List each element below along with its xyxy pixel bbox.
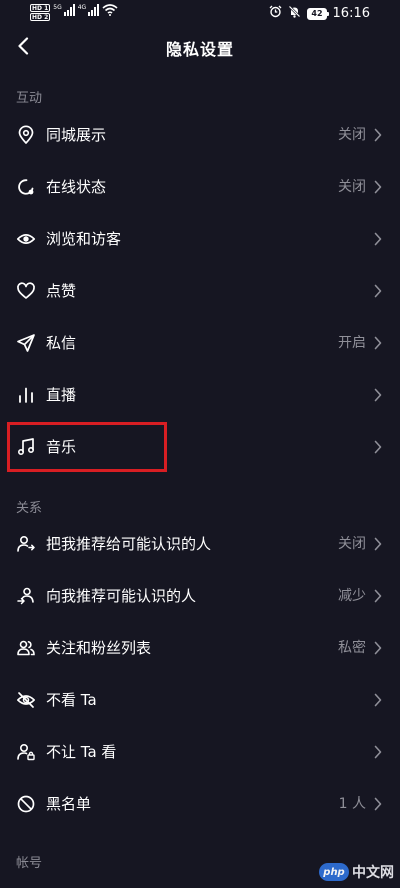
chevron-right-icon: [374, 180, 382, 194]
setting-value: 关闭: [338, 536, 366, 552]
setting-label: 同城展示: [46, 126, 107, 144]
signal-2-tag: 4G: [77, 4, 87, 11]
setting-label: 直播: [46, 386, 77, 404]
hd-1-badge: HD 1: [30, 4, 51, 12]
online-status-icon: [16, 177, 36, 197]
block-icon: [16, 794, 36, 814]
chevron-right-icon: [374, 284, 382, 298]
heart-icon: [16, 281, 36, 301]
alarm-icon: [269, 5, 282, 22]
chevron-right-icon: [374, 797, 382, 811]
followers-icon: [16, 638, 36, 658]
setting-row-blacklist[interactable]: 黑名单 1 人: [0, 778, 400, 830]
chevron-right-icon: [374, 693, 382, 707]
hd-indicators: HD 1 HD 2: [30, 4, 51, 21]
setting-row-follow-fans-list[interactable]: 关注和粉丝列表 私密: [0, 622, 400, 674]
eye-off-icon: [16, 690, 36, 710]
setting-label: 把我推荐给可能认识的人: [46, 535, 212, 553]
setting-row-hide-my-content[interactable]: 不让 Ta 看: [0, 726, 400, 778]
setting-row-likes[interactable]: 点赞: [0, 265, 400, 317]
mute-icon: [288, 5, 301, 22]
chevron-right-icon: [374, 589, 382, 603]
setting-row-nearby-display[interactable]: 同城展示 关闭: [0, 109, 400, 161]
setting-label: 点赞: [46, 282, 77, 300]
setting-label: 私信: [46, 334, 77, 352]
status-bar: HD 1 HD 2 5G 4G 42 16:16: [0, 0, 400, 28]
setting-row-music[interactable]: 音乐: [0, 421, 400, 473]
header: 隐私设置: [0, 28, 400, 68]
music-note-icon: [16, 437, 36, 457]
section-label-account: 帐号: [16, 856, 43, 871]
setting-row-browse-visitors[interactable]: 浏览和访客: [0, 213, 400, 265]
live-bars-icon: [16, 385, 36, 405]
watermark-text: 中文网: [352, 865, 394, 881]
setting-row-live[interactable]: 直播: [0, 369, 400, 421]
status-bar-left: HD 1 HD 2 5G 4G: [30, 4, 118, 21]
setting-label: 向我推荐可能认识的人: [46, 587, 197, 605]
setting-row-direct-messages[interactable]: 私信 开启: [0, 317, 400, 369]
setting-label: 黑名单: [46, 795, 92, 813]
wifi-icon: [102, 4, 118, 19]
setting-row-hide-their-content[interactable]: 不看 Ta: [0, 674, 400, 726]
setting-label: 不看 Ta: [46, 691, 97, 709]
setting-label: 音乐: [46, 438, 77, 456]
setting-label: 在线状态: [46, 178, 107, 196]
hd-2-badge: HD 2: [30, 13, 51, 21]
recommend-me-icon: [16, 534, 36, 554]
setting-value: 关闭: [338, 179, 366, 195]
signal-1-tag: 5G: [53, 4, 62, 11]
chevron-right-icon: [374, 128, 382, 142]
chevron-right-icon: [374, 745, 382, 759]
privacy-settings-screen: HD 1 HD 2 5G 4G 42 16:16 隐私设置 互动 同城展示 关闭…: [0, 0, 400, 888]
chevron-right-icon: [374, 440, 382, 454]
setting-row-recommend-to-me[interactable]: 向我推荐可能认识的人 减少: [0, 570, 400, 622]
setting-label: 不让 Ta 看: [46, 743, 117, 761]
php-logo-badge: php: [319, 863, 349, 881]
setting-label: 浏览和访客: [46, 230, 122, 248]
setting-row-online-status[interactable]: 在线状态 关闭: [0, 161, 400, 213]
setting-value: 减少: [338, 588, 366, 604]
setting-row-recommend-me[interactable]: 把我推荐给可能认识的人 关闭: [0, 518, 400, 570]
chevron-right-icon: [374, 232, 382, 246]
clock: 16:16: [332, 6, 370, 21]
location-pin-icon: [16, 125, 36, 145]
setting-value: 关闭: [338, 127, 366, 143]
signal-1-icon: 5G: [53, 4, 75, 16]
setting-label: 关注和粉丝列表: [46, 639, 152, 657]
status-bar-right: 42 16:16: [269, 5, 370, 22]
setting-value: 开启: [338, 335, 366, 351]
send-icon: [16, 333, 36, 353]
section-label-relationships: 关系: [16, 501, 43, 516]
page-title: 隐私设置: [165, 40, 234, 59]
watermark: php 中文网: [319, 862, 394, 882]
setting-value: 1 人: [338, 796, 366, 812]
signal-2-icon: 4G: [77, 4, 100, 16]
battery-indicator: 42: [307, 7, 329, 20]
user-lock-icon: [16, 742, 36, 762]
recommend-to-me-icon: [16, 586, 36, 606]
chevron-right-icon: [374, 388, 382, 402]
eye-icon: [16, 229, 36, 249]
chevron-right-icon: [374, 336, 382, 350]
chevron-right-icon: [374, 537, 382, 551]
section-label-interaction: 互动: [16, 91, 43, 106]
chevron-right-icon: [374, 641, 382, 655]
setting-value: 私密: [338, 640, 366, 656]
